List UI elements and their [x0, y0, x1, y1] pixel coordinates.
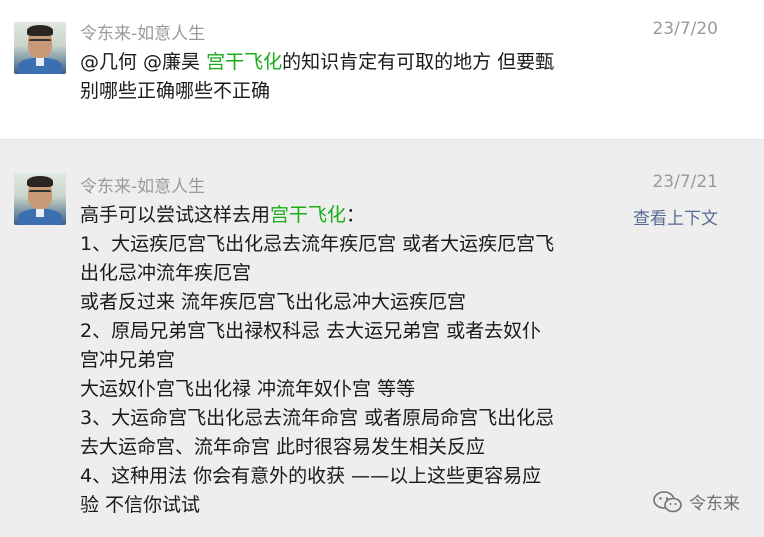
message-body: 高手可以尝试这样去用宫干飞化： 1、大运疾厄宫飞出化忌去流年疾厄宫 或者大运疾厄…	[80, 201, 610, 520]
message-line: 2、原局兄弟宫飞出禄权科忌 去大运兄弟宫 或者去奴仆	[80, 320, 542, 342]
message-line: 高手可以尝试这样去用宫干飞化：	[80, 201, 610, 230]
message-line: 4、这种用法 你会有意外的收获 ——以上这些更容易应	[80, 465, 542, 487]
sender-name: 令东来-如意人生	[80, 24, 206, 44]
message-line: 大运奴仆宫飞出化禄 冲流年奴仆宫 等等	[80, 378, 416, 400]
message-line: 1、大运疾厄宫飞出化忌去流年疾厄宫 或者大运疾厄宫飞	[80, 233, 555, 255]
message-2: 令东来-如意人生 23/7/21 查看上下文 高手可以尝试这样去用宫干飞化： 1…	[0, 139, 764, 537]
message-date: 23/7/21	[652, 172, 718, 192]
watermark: 令东来	[653, 489, 740, 514]
message-line: 验 不信你试试	[80, 494, 201, 516]
message-line: @几何 @廉昊 宫干飞化的知识肯定有可取的地方 但要甄	[80, 48, 610, 77]
message-line: 出化忌冲流年疾厄宫	[80, 262, 252, 284]
avatar[interactable]	[14, 22, 66, 74]
message-line: 别哪些正确哪些不正确	[80, 80, 271, 102]
mentions-text: @几何 @廉昊	[80, 51, 207, 73]
avatar[interactable]	[14, 173, 66, 225]
keyword-link[interactable]: 宫干飞化	[206, 51, 282, 73]
wechat-icon	[653, 490, 682, 512]
view-context-link[interactable]: 查看上下文	[633, 204, 718, 229]
message-line: 宫冲兄弟宫	[80, 349, 176, 371]
message-text: 高手可以尝试这样去用	[80, 204, 271, 226]
message-text: 的知识肯定有可取的地方 但要甄	[282, 51, 555, 73]
watermark-label: 令东来	[689, 494, 740, 514]
message-date: 23/7/20	[652, 19, 718, 39]
sender-name: 令东来-如意人生	[80, 177, 206, 197]
message-text: ：	[346, 204, 366, 226]
message-line: 去大运命宫、流年命宫 此时很容易发生相关反应	[80, 436, 486, 458]
message-body: @几何 @廉昊 宫干飞化的知识肯定有可取的地方 但要甄 别哪些正确哪些不正确	[80, 48, 610, 106]
keyword-link[interactable]: 宫干飞化	[270, 204, 346, 226]
message-line: 3、大运命宫飞出化忌去流年命宫 或者原局命宫飞出化忌	[80, 407, 555, 429]
message-1: 令东来-如意人生 23/7/20 @几何 @廉昊 宫干飞化的知识肯定有可取的地方…	[0, 0, 764, 139]
message-line: 或者反过来 流年疾厄宫飞出化忌冲大运疾厄宫	[80, 291, 467, 313]
